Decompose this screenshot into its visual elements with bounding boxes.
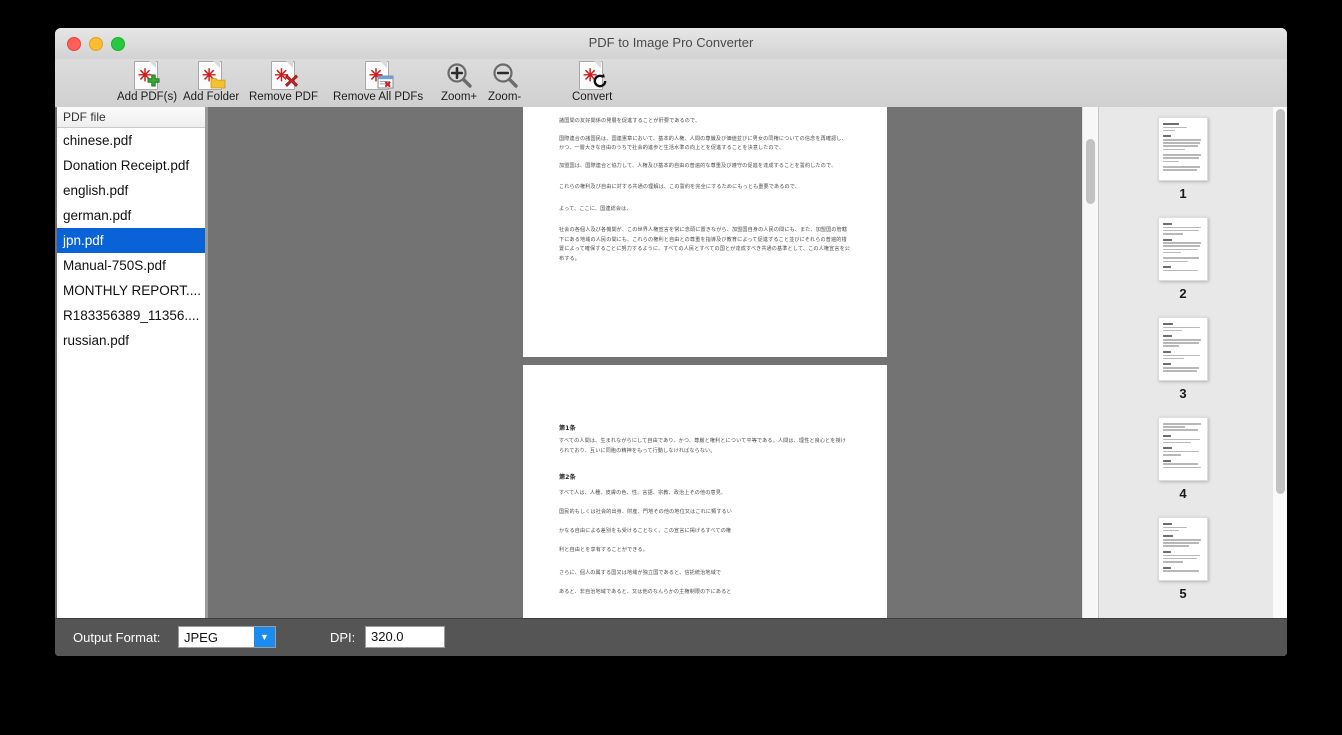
article-2-line: さらに、個人の属する国又は地域が独立国であると、信託統治地域で [559,570,722,576]
page1-paragraph: 諸国間の友好関係の発展を促進することが肝要であるので、 [559,118,701,124]
list-item[interactable]: Donation Receipt.pdf [57,153,205,178]
add-folder-icon: ✳ [198,61,226,90]
list-item[interactable]: Manual-750S.pdf [57,253,205,278]
article-2-heading: 第2条 [559,474,576,481]
remove-pdf-icon: ✳ [270,61,298,90]
output-format-value: JPEG [184,629,218,645]
thumbnail-image [1158,517,1208,581]
thumbnail-page-5[interactable]: 5 [1158,517,1208,601]
page1-paragraph: これらの権利及び自由に対する共通の理解は、この誓約を完全にするためにもっとも重要… [559,184,801,190]
pdf-file-list[interactable]: PDF file chinese.pdf Donation Receipt.pd… [57,107,206,618]
preview-page-1: 諸国間の友好関係の発展を促進することが肝要であるので、 国際連合の諸国民は、国連… [523,107,887,357]
remove-all-pdfs-button[interactable]: ✳ Remove All PDFs [333,61,423,106]
add-folder-label: Add Folder [183,91,240,103]
page1-paragraph: 国際連合の諸国民は、国連憲章において、基本的人権、人間の尊厳及び価値並びに男女の… [559,135,847,152]
zoom-out-label: Zoom- [488,91,522,103]
article-1-heading: 第1条 [559,425,576,432]
page1-paragraph: 社会の各個人及び各機関が、この世界人権宣言を常に念頭に置きながら、加盟国自身の人… [559,227,851,262]
list-item[interactable]: english.pdf [57,178,205,203]
preview-page-2: 第1条 すべての人間は、生まれながらにして自由であり、かつ、尊厳と権利とについて… [523,365,887,618]
article-2-line: 国民的もしくは社会的出身、財産、門地その他の地位又はこれに類するい [559,509,733,515]
thumbnail-page-4[interactable]: 4 [1158,417,1208,501]
list-item[interactable]: MONTHLY REPORT.... [57,278,205,303]
thumbnail-page-1[interactable]: 1 [1158,117,1208,201]
window-title: PDF to Image Pro Converter [588,35,754,50]
thumbnail-scrollbar[interactable] [1273,107,1287,618]
article-2-line: かなる自由による差別をも受けることなく、この宣言に掲げるすべての権 [559,528,732,534]
dpi-input[interactable]: 320.0 [365,626,445,648]
thumbnail-image [1158,217,1208,281]
remove-all-pdfs-icon: ✳ [365,61,394,90]
remove-pdf-button[interactable]: ✳ Remove PDF [249,61,318,106]
output-format-label: Output Format: [73,630,161,645]
thumbnail-page-number: 5 [1179,586,1187,601]
bottom-toolbar: Output Format: JPEG ▼ DPI: 320.0 [55,618,1287,656]
article-2-line: あると、非自治地域であると、又は他のなんらかの主権制限の下にあると [559,589,732,595]
zoom-in-button[interactable]: Zoom+ [441,61,477,106]
add-pdf-button[interactable]: ✳ Add PDF(s) [117,61,177,106]
preview-scrollbar-thumb[interactable] [1086,139,1095,204]
add-pdf-icon: ✳ [134,61,160,90]
thumbnail-image [1158,317,1208,381]
list-item[interactable]: R183356389_11356.... [57,303,205,328]
add-pdf-label: Add PDF(s) [117,91,178,103]
list-item[interactable]: chinese.pdf [57,128,205,153]
page1-paragraph: 加盟国は、国際連合と協力して、人権及び基本的自由の普遍的な尊重及び遵守の促進を達… [559,162,837,169]
zoom-in-label: Zoom+ [441,91,478,103]
chevron-down-icon[interactable]: ▼ [254,627,275,647]
document-preview[interactable]: 諸国間の友好関係の発展を促進することが肝要であるので、 国際連合の諸国民は、国連… [208,107,1098,618]
remove-pdf-label: Remove PDF [249,91,319,103]
thumbnail-page-2[interactable]: 2 [1158,217,1208,301]
screen: PDF to Image Pro Converter ✳ Add PDF(s) [0,0,1342,735]
zoom-out-icon [491,61,519,89]
pdf-file-column-header: PDF file [57,107,205,128]
thumbnail-page-number: 2 [1179,286,1187,301]
page1-paragraph: よって、ここに、国連総会は、 [559,205,632,212]
output-format-select[interactable]: JPEG ▼ [178,626,276,648]
thumbnail-page-number: 3 [1179,386,1187,401]
content-area: PDF file chinese.pdf Donation Receipt.pd… [55,107,1287,618]
preview-scrollbar[interactable] [1082,107,1098,618]
title-bar: PDF to Image Pro Converter [55,28,1287,60]
convert-icon: ✳ [579,61,607,90]
convert-label: Convert [572,91,613,103]
app-window: PDF to Image Pro Converter ✳ Add PDF(s) [55,28,1287,656]
thumbnail-image [1158,417,1208,481]
thumbnail-panel[interactable]: 1 2 3 4 5 [1098,107,1287,618]
thumbnail-page-3[interactable]: 3 [1158,317,1208,401]
dpi-label: DPI: [330,630,356,645]
main-toolbar: ✳ Add PDF(s) ✳ Add Folder ✳ Remove PDF ✳… [55,59,1287,108]
article-1-body: すべての人間は、生まれながらにして自由であり、かつ、尊厳と権利とについて平等であ… [559,438,847,454]
list-item-selected[interactable]: jpn.pdf [57,228,205,253]
thumbnail-image [1158,117,1208,181]
list-item[interactable]: german.pdf [57,203,205,228]
thumbnail-page-number: 1 [1179,186,1187,201]
convert-button[interactable]: ✳ Convert [572,61,612,106]
zoom-in-icon [445,61,473,89]
list-item[interactable]: russian.pdf [57,328,205,353]
thumbnail-page-number: 4 [1179,486,1187,501]
thumbnail-scrollbar-thumb[interactable] [1276,109,1285,494]
zoom-out-button[interactable]: Zoom- [488,61,521,106]
article-2-line: すべて人は、人種、皮膚の色、性、言語、宗教、政治上その他の意見、 [559,490,727,496]
remove-all-pdfs-label: Remove All PDFs [333,91,424,103]
article-2-line: 利と自由とを享有することができる。 [559,547,649,553]
add-folder-button[interactable]: ✳ Add Folder [183,61,239,106]
